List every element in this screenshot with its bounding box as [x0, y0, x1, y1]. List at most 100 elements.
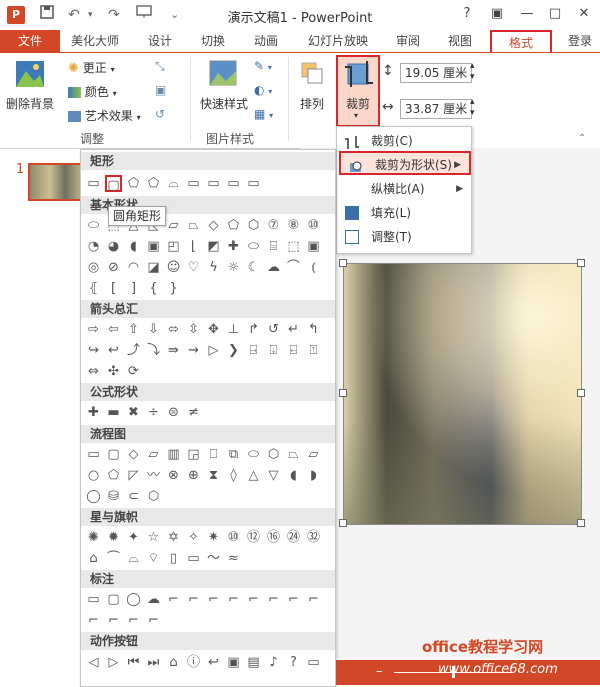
shape-cloud-callout[interactable]: ☁ [145, 591, 162, 608]
shape-heptagon[interactable]: ⑦ [265, 217, 282, 234]
width-spinner[interactable]: ▴ ▾ [470, 97, 475, 119]
shape-striped-right-arrow[interactable]: ⇛ [165, 342, 182, 359]
shape-stored-data[interactable]: ◖ [285, 467, 302, 484]
shape-process[interactable]: ▭ [85, 446, 102, 463]
tab-format[interactable]: 格式 [490, 30, 552, 54]
shape-sequential-access[interactable]: ◯ [85, 488, 102, 505]
shape-curved-left-arrow[interactable]: ↩ [105, 342, 122, 359]
slide-photo[interactable] [343, 263, 582, 525]
help-button[interactable]: ? [455, 3, 479, 25]
shape-down-ribbon[interactable]: ⏜ [105, 550, 122, 567]
shape-display[interactable]: ⬡ [145, 488, 162, 505]
shape-bevel[interactable]: ▣ [305, 238, 322, 255]
shape-right-bracket[interactable]: ] [125, 280, 142, 297]
slide-thumbnail[interactable] [28, 163, 82, 201]
shape-not-equal[interactable]: ≠ [185, 404, 202, 421]
shape-action-custom[interactable]: ▭ [305, 654, 322, 671]
correct-button[interactable]: ✺ 更正 ▾ [68, 59, 115, 76]
shape-line-callout[interactable]: ⌐ [105, 612, 122, 629]
shape-double-wave[interactable]: ≈ [225, 550, 242, 567]
shape-chevron[interactable]: ❯ [225, 342, 242, 359]
shape-card[interactable]: ◸ [125, 467, 142, 484]
menu-item-aspect-ratio[interactable]: 纵横比(A) ▶ [337, 177, 471, 201]
shape-action-forward[interactable]: ▷ [105, 654, 122, 671]
shape-decision[interactable]: ◇ [125, 446, 142, 463]
shape-line-callout[interactable]: ⌐ [305, 591, 322, 608]
shape-moon[interactable]: ☾ [245, 259, 262, 276]
shape-down-arrow-callout[interactable]: ⍗ [265, 342, 282, 359]
tab-transitions[interactable]: 切换 [193, 32, 233, 50]
shape-diamond[interactable]: ◇ [205, 217, 222, 234]
shape-double-brace[interactable]: ⦃ [85, 280, 102, 297]
shape-no-symbol[interactable]: ⊘ [105, 259, 122, 276]
shape-up-down-arrow[interactable]: ⇳ [185, 321, 202, 338]
shape-up-arrow[interactable]: ⇧ [125, 321, 142, 338]
tab-beautify[interactable]: 美化大师 [64, 32, 126, 50]
shape-sort[interactable]: ◊ [225, 467, 242, 484]
tab-slideshow[interactable]: 幻灯片放映 [302, 32, 374, 50]
shape-equal[interactable]: ⊜ [165, 404, 182, 421]
shape-line-callout[interactable]: ⌐ [205, 591, 222, 608]
shape-folded-corner[interactable]: ◪ [145, 259, 162, 276]
shape-sun[interactable]: ☼ [225, 259, 242, 276]
ribbon-options-icon[interactable]: ▣ [485, 3, 509, 25]
shape-vertical-scroll[interactable]: ▯ [165, 550, 182, 567]
shape-curved-down-ribbon[interactable]: ⌔ [145, 550, 162, 567]
shape-snip-rectangle[interactable]: ⬠ [145, 175, 162, 192]
shape-extract[interactable]: △ [245, 467, 262, 484]
shape-oval-callout[interactable]: ◯ [125, 591, 142, 608]
shape-left-up-arrow[interactable]: ↵ [285, 321, 302, 338]
shape-pie[interactable]: ◔ [85, 238, 102, 255]
minimize-button[interactable]: — [515, 3, 539, 25]
shape-left-arrow-callout[interactable]: ⍇ [285, 342, 302, 359]
shape-merge[interactable]: ▽ [265, 467, 282, 484]
shape-internal-storage[interactable]: ◲ [185, 446, 202, 463]
shape-quad-arrow-callout[interactable]: ✣ [105, 363, 122, 380]
shape-16-point-star[interactable]: ⑯ [265, 529, 282, 546]
resize-handle[interactable] [577, 259, 585, 267]
shape-10-point-star[interactable]: ⑩ [225, 529, 242, 546]
shape-delay[interactable]: ◗ [305, 467, 322, 484]
shape-diagonal-stripe[interactable]: ◩ [205, 238, 222, 255]
shape-32-point-star[interactable]: ㉜ [305, 529, 322, 546]
shape-terminator[interactable]: ⬭ [245, 446, 262, 463]
shape-line-callout[interactable]: ⌐ [265, 591, 282, 608]
shape-pentagon[interactable]: ⬠ [225, 217, 242, 234]
shape-manual-operation[interactable]: ⏥ [305, 446, 322, 463]
color-button[interactable]: 颜色 ▾ [68, 83, 117, 100]
resize-handle[interactable] [339, 519, 347, 527]
arrange-button[interactable]: 排列 [300, 95, 324, 112]
shape-down-arrow[interactable]: ⇩ [145, 321, 162, 338]
shape-7-point-star[interactable]: ✧ [185, 529, 202, 546]
picture-effects-icon[interactable]: ◐ ▾ [254, 83, 272, 97]
shape-arc[interactable]: ⌒ [285, 259, 302, 276]
shape-cloud[interactable]: ☁ [265, 259, 282, 276]
shape-heart[interactable]: ♡ [185, 259, 202, 276]
shape-6-point-star[interactable]: ✡ [165, 529, 182, 546]
shape-round-rectangle[interactable]: ▭ [245, 175, 262, 192]
close-button[interactable]: ✕ [572, 3, 596, 25]
shape-trapezoid[interactable]: ⏢ [185, 217, 202, 234]
tab-review[interactable]: 审阅 [388, 32, 428, 50]
shape-round-rectangle[interactable]: ⌓ [165, 175, 182, 192]
shape-line-callout[interactable]: ⌐ [85, 612, 102, 629]
menu-item-crop-to-shape[interactable]: 裁剪为形状(S) ▶ [339, 151, 471, 175]
shape-multiply[interactable]: ✖ [125, 404, 142, 421]
zoom-out-icon[interactable]: – [376, 664, 383, 679]
shape-notched-right-arrow[interactable]: ⇝ [185, 342, 202, 359]
shape-document[interactable]: ⎕ [205, 446, 222, 463]
resize-handle[interactable] [577, 519, 585, 527]
shape-pentagon-arrow[interactable]: ▷ [205, 342, 222, 359]
shape-curved-up-arrow[interactable]: ⤴ [125, 342, 142, 359]
shape-curved-up-ribbon[interactable]: ⌓ [125, 550, 142, 567]
shape-decagon[interactable]: ⑩ [305, 217, 322, 234]
shape-explosion[interactable]: ✹ [105, 529, 122, 546]
shape-horizontal-scroll[interactable]: ▭ [185, 550, 202, 567]
shape-right-arrow[interactable]: ⇨ [85, 321, 102, 338]
shape-snip-round-rectangle[interactable]: ▭ [185, 175, 202, 192]
shape-lightning-bolt[interactable]: ϟ [205, 259, 222, 276]
shape-line-callout[interactable]: ⌐ [225, 591, 242, 608]
shape-frame[interactable]: ▣ [145, 238, 162, 255]
shape-cross[interactable]: ✚ [225, 238, 242, 255]
compress-pictures-icon[interactable]: ⤡ [155, 59, 165, 74]
